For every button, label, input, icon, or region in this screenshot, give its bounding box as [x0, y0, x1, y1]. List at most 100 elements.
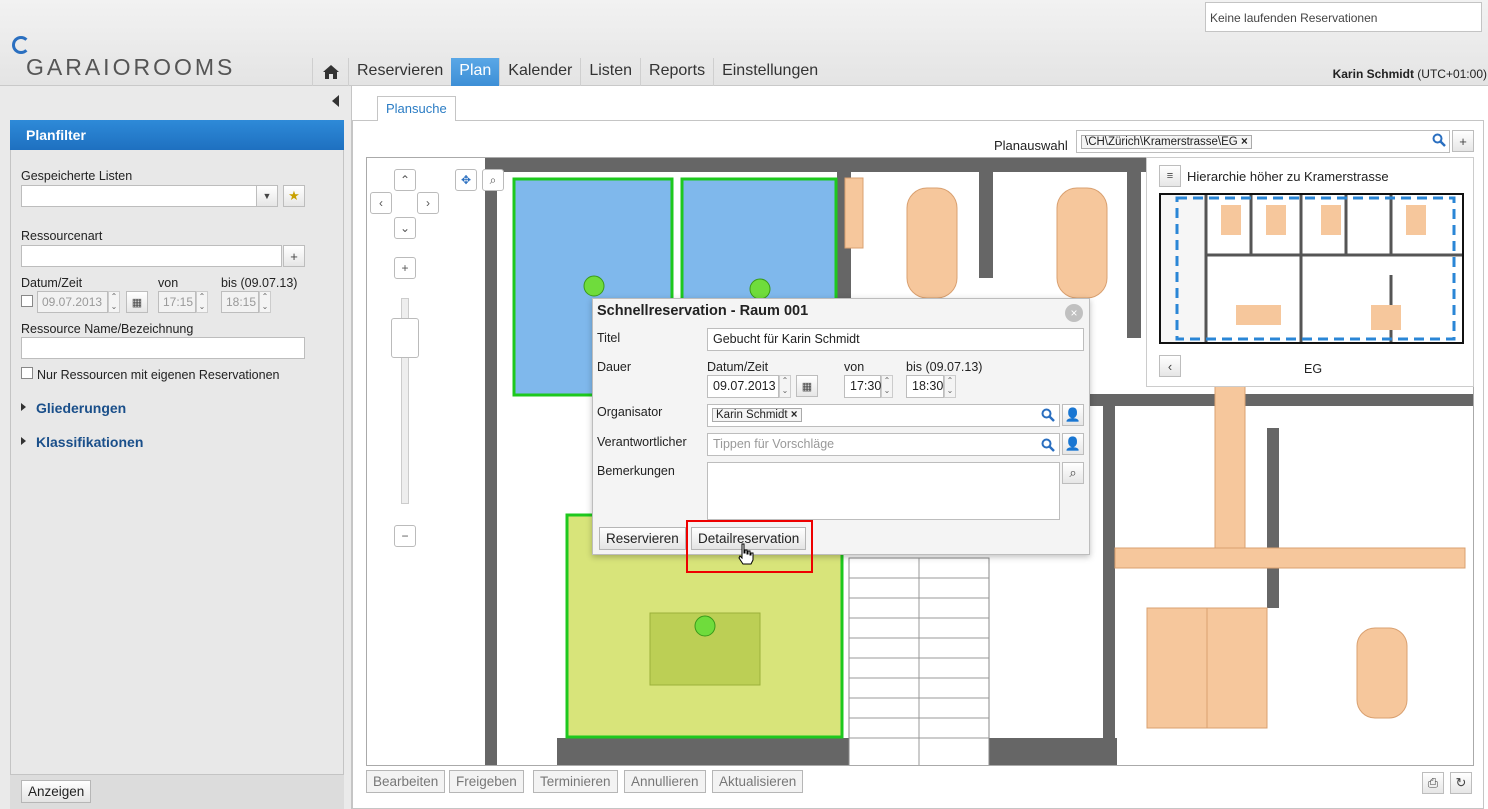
add-resource-type-button[interactable]: + [283, 245, 305, 267]
dialog-from-spinner[interactable]: ⌃ ⌄ [881, 375, 893, 398]
organizer-label: Organisator [597, 405, 663, 419]
remarks-label: Bemerkungen [597, 464, 675, 478]
wall [557, 738, 1117, 765]
saved-lists-dropdown[interactable]: ▼ [256, 185, 278, 207]
plan-selection-value: \CH\Zürich\Kramerstrasse\EG [1085, 136, 1238, 148]
remarks-expand-button[interactable]: ⌕ [1062, 462, 1084, 484]
move-icon: ✥ [460, 173, 472, 187]
nav-listen[interactable]: Listen [580, 58, 640, 86]
refresh-list-button[interactable]: Aktualisieren [712, 770, 804, 793]
pan-right-button[interactable]: › [417, 192, 439, 214]
dialog-to-input[interactable]: 18:30 [906, 375, 944, 398]
dauer-label: Dauer [597, 360, 632, 374]
section-gliederungen[interactable]: Gliederungen [21, 400, 126, 416]
tab-plansuche[interactable]: Plansuche [377, 96, 456, 121]
nav-home[interactable] [312, 58, 348, 86]
datetime-checkbox[interactable] [21, 295, 33, 307]
remarks-textarea[interactable] [707, 462, 1060, 520]
hierarchy-link[interactable]: Hierarchie höher zu Kramerstrasse [1187, 169, 1389, 184]
pan-down-button[interactable]: ⌄ [394, 217, 416, 239]
dialog-date-spinner[interactable]: ⌃ ⌄ [779, 375, 791, 398]
nav-plan[interactable]: Plan [451, 58, 500, 86]
resource-type-input[interactable] [21, 245, 282, 267]
dialog-calendar-button[interactable]: ▦ [796, 375, 818, 397]
user-timezone: (UTC+01:00) [1417, 67, 1487, 81]
zoom-tool-button[interactable]: ⌕ [482, 169, 504, 191]
chevron-down-icon: ▼ [262, 191, 272, 201]
print-icon: ⎙ [1427, 775, 1439, 790]
edit-button[interactable]: Bearbeiten [366, 770, 446, 793]
release-button[interactable]: Freigeben [449, 770, 524, 793]
to-time-spinner[interactable]: ⌃ ⌄ [259, 291, 271, 313]
section-klassifikationen[interactable]: Klassifikationen [21, 434, 143, 450]
reserve-button[interactable]: Reservieren [599, 527, 686, 550]
nav-einstellungen[interactable]: Einstellungen [713, 58, 826, 86]
organizer-input[interactable]: Karin Schmidt × [707, 404, 1060, 427]
status-available-icon[interactable] [749, 278, 771, 300]
show-button[interactable]: Anzeigen [21, 780, 92, 803]
status-available-icon[interactable] [583, 275, 605, 297]
zoom-slider-handle[interactable] [391, 318, 419, 358]
from-time-input[interactable]: 17:15 [158, 291, 196, 313]
responsible-person-button[interactable]: 👤 [1062, 433, 1084, 455]
dialog-from-input[interactable]: 17:30 [844, 375, 881, 398]
plan-selection-chip[interactable]: \CH\Zürich\Kramerstrasse\EG × [1081, 135, 1252, 149]
to-time-input[interactable]: 18:15 [221, 291, 259, 313]
titel-input[interactable]: Gebucht für Karin Schmidt [707, 328, 1084, 351]
wall [1267, 428, 1279, 608]
date-spinner[interactable]: ⌃ ⌄ [108, 291, 120, 313]
resource-type-label: Ressourcenart [21, 229, 103, 243]
saved-lists-select[interactable] [21, 185, 257, 207]
organizer-value: Karin Schmidt [716, 409, 788, 421]
resource-name-label: Ressource Name/Bezeichnung [21, 322, 194, 336]
pan-left-button[interactable]: ‹ [370, 192, 392, 214]
save-list-button[interactable]: ★ [283, 185, 305, 207]
add-plan-button[interactable]: + [1452, 130, 1474, 152]
move-tool-button[interactable]: ✥ [455, 169, 477, 191]
plan-selection-input[interactable]: \CH\Zürich\Kramerstrasse\EG × [1076, 130, 1450, 153]
print-button[interactable]: ⎙ [1422, 772, 1444, 794]
hierarchy-up-button[interactable]: ≡ [1159, 165, 1181, 187]
to-label: bis (09.07.13) [221, 276, 298, 290]
user-info[interactable]: Karin Schmidt (UTC+01:00) [1333, 67, 1487, 81]
plan-overview-thumbnail[interactable] [1159, 193, 1464, 344]
nav-kalender[interactable]: Kalender [499, 58, 580, 86]
overview-plan [1175, 195, 1462, 342]
calendar-button[interactable]: ▦ [126, 291, 148, 313]
running-reservations-status[interactable]: Keine laufenden Reservationen [1205, 2, 1482, 32]
responsible-search-button[interactable] [1041, 438, 1055, 455]
cancel-button[interactable]: Annullieren [624, 770, 706, 793]
plan-search-button[interactable] [1432, 133, 1446, 150]
date-input[interactable]: 09.07.2013 [37, 291, 108, 313]
hierarchy-panel: ≡ Hierarchie höher zu Kramerstrasse ‹ EG [1146, 157, 1474, 387]
nav-reports[interactable]: Reports [640, 58, 713, 86]
organizer-person-button[interactable]: 👤 [1062, 404, 1084, 426]
hand-cursor-icon [737, 543, 755, 568]
close-dialog-icon[interactable]: × [1065, 304, 1083, 322]
remove-chip-icon[interactable]: × [791, 409, 798, 421]
overview-prev-button[interactable]: ‹ [1159, 355, 1181, 377]
zoom-in-button[interactable]: + [394, 257, 416, 279]
logo-icon [12, 36, 30, 54]
status-available-icon[interactable] [694, 615, 716, 637]
reload-button[interactable]: ↻ [1450, 772, 1472, 794]
remove-chip-icon[interactable]: × [1241, 136, 1248, 148]
organizer-chip[interactable]: Karin Schmidt × [712, 408, 802, 422]
resource-name-input[interactable] [21, 337, 305, 359]
zoom-out-button[interactable]: − [394, 525, 416, 547]
organizer-search-button[interactable] [1041, 408, 1055, 425]
collapse-sidebar-icon[interactable] [332, 95, 339, 107]
nav-reservieren[interactable]: Reservieren [348, 58, 451, 86]
from-time-spinner[interactable]: ⌃ ⌄ [196, 291, 208, 313]
section-gliederungen-label: Gliederungen [36, 400, 127, 416]
schedule-button[interactable]: Terminieren [533, 770, 618, 793]
own-reservations-checkbox[interactable] [21, 367, 33, 379]
dialog-to-spinner[interactable]: ⌃ ⌄ [944, 375, 956, 398]
zoom-icon: ⌕ [1069, 465, 1077, 480]
dialog-date-input[interactable]: 09.07.2013 [707, 375, 779, 398]
plus-icon: + [290, 248, 298, 264]
quick-reservation-dialog: Schnellreservation - Raum 001 × Titel Ge… [592, 298, 1090, 555]
wall [979, 158, 993, 278]
responsible-input[interactable]: Tippen für Vorschläge [707, 433, 1060, 456]
pan-up-button[interactable]: ⌃ [394, 169, 416, 191]
